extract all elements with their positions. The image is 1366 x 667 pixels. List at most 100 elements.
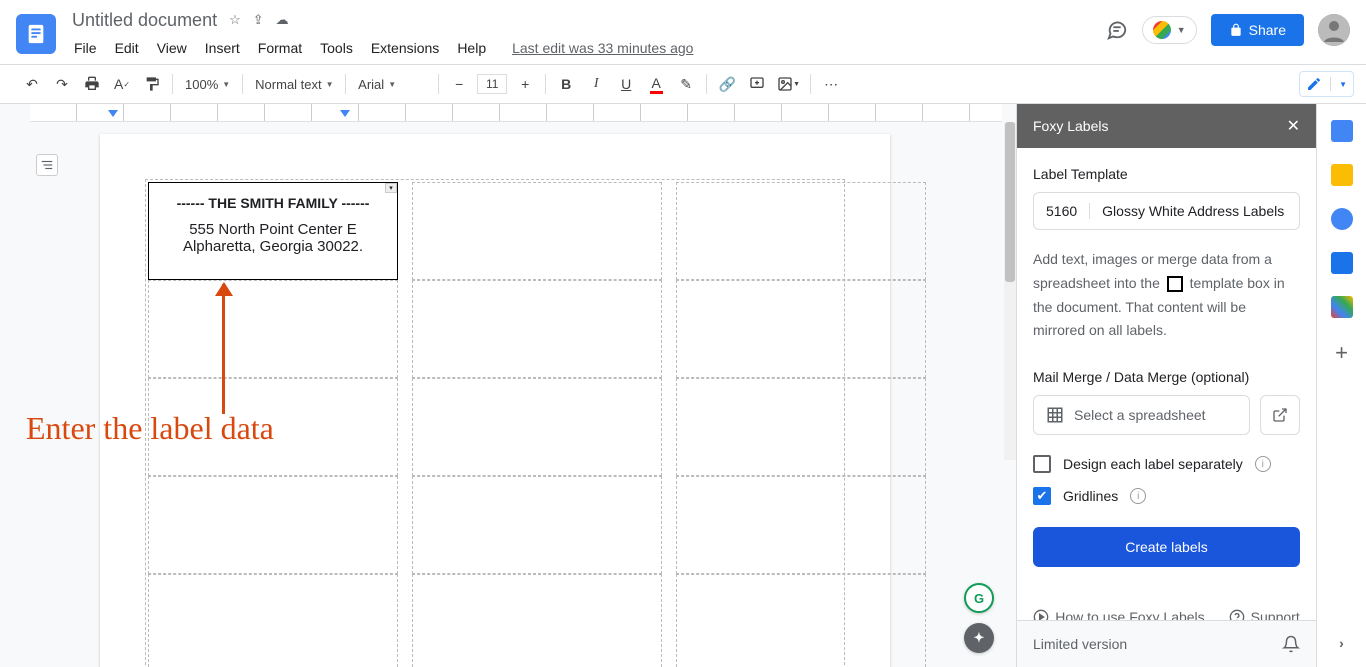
bold-button[interactable]: B (552, 70, 580, 98)
italic-button[interactable]: I (582, 70, 610, 98)
label-cell-5-1[interactable] (148, 574, 398, 667)
open-external-button[interactable] (1260, 395, 1300, 435)
share-label: Share (1249, 22, 1286, 38)
label-cell-3-2[interactable] (412, 378, 662, 476)
insert-image-button[interactable]: ▼ (773, 70, 804, 98)
insert-link-button[interactable]: 🔗 (713, 70, 741, 98)
app-header: Untitled document ☆ ⇪ ☁ File Edit View I… (0, 0, 1366, 64)
explore-button[interactable]: ✦ (964, 623, 994, 653)
template-box-icon (1167, 276, 1183, 292)
menu-help[interactable]: Help (449, 36, 494, 60)
gridlines-checkbox[interactable]: ✔ (1033, 487, 1051, 505)
label-cell-4-3[interactable] (676, 476, 926, 574)
font-decrease-button[interactable]: − (445, 70, 473, 98)
text-color-button[interactable]: A (642, 70, 670, 98)
styles-dropdown[interactable]: Normal text▼ (249, 70, 339, 98)
annotation-arrow (222, 284, 225, 414)
annotation-text: Enter the label data (26, 410, 274, 447)
menu-file[interactable]: File (66, 36, 105, 60)
menu-view[interactable]: View (149, 36, 195, 60)
spellcheck-button[interactable]: A✓ (108, 70, 136, 98)
help-circle-icon (1229, 609, 1245, 620)
meet-icon (1153, 21, 1171, 39)
select-spreadsheet-button[interactable]: Select a spreadsheet (1033, 395, 1250, 435)
open-comments-icon[interactable] (1106, 19, 1128, 41)
highlight-button[interactable]: ✎ (672, 70, 700, 98)
doc-title-input[interactable]: Untitled document (66, 10, 223, 31)
meet-button[interactable]: ▼ (1142, 16, 1197, 44)
star-icon[interactable]: ☆ (229, 12, 241, 28)
gridlines-label: Gridlines (1063, 488, 1118, 504)
keep-app-icon[interactable] (1331, 164, 1353, 186)
vertical-scrollbar[interactable] (1004, 122, 1016, 460)
formatting-toolbar: ↶ ↷ A✓ 100%▼ Normal text▼ Arial▼ − 11 + … (0, 64, 1366, 104)
pencil-icon (1306, 76, 1322, 92)
grid-icon (1046, 406, 1064, 424)
redo-button[interactable]: ↷ (48, 70, 76, 98)
print-button[interactable] (78, 70, 106, 98)
design-separately-row: Design each label separately i (1033, 455, 1300, 473)
label-cell-1-2[interactable] (412, 182, 662, 280)
label-cell-1-3[interactable] (676, 182, 926, 280)
user-avatar[interactable] (1318, 14, 1350, 46)
design-separately-label: Design each label separately (1063, 456, 1243, 472)
limited-version-label[interactable]: Limited version (1033, 636, 1127, 652)
label-cell-1-1[interactable]: ▾ ------ THE SMITH FAMILY ------ 555 Nor… (148, 182, 398, 280)
cloud-icon[interactable]: ☁ (276, 12, 289, 28)
zoom-dropdown[interactable]: 100%▼ (179, 70, 236, 98)
tasks-app-icon[interactable] (1331, 208, 1353, 230)
paint-format-button[interactable] (138, 70, 166, 98)
menu-edit[interactable]: Edit (107, 36, 147, 60)
menu-format[interactable]: Format (250, 36, 310, 60)
info-icon[interactable]: i (1255, 456, 1271, 472)
move-icon[interactable]: ⇪ (253, 12, 264, 28)
label-cell-4-1[interactable] (148, 476, 398, 574)
font-size-input[interactable]: 11 (477, 74, 507, 94)
sidebar-header: Foxy Labels ✕ (1017, 104, 1316, 148)
cell-options-button[interactable]: ▾ (385, 183, 397, 193)
label-cell-2-2[interactable] (412, 280, 662, 378)
add-addon-button[interactable]: + (1335, 340, 1348, 366)
label-cell-3-3[interactable] (676, 378, 926, 476)
label-cell-2-1[interactable] (148, 280, 398, 378)
underline-button[interactable]: U (612, 70, 640, 98)
undo-button[interactable]: ↶ (18, 70, 46, 98)
font-increase-button[interactable]: + (511, 70, 539, 98)
menu-extensions[interactable]: Extensions (363, 36, 447, 60)
more-button[interactable]: ⋯ (817, 70, 845, 98)
template-selector-button[interactable]: 5160 Glossy White Address Labels (1033, 192, 1300, 230)
sidebar-footer: Limited version (1017, 620, 1316, 667)
bell-icon[interactable] (1282, 635, 1300, 653)
last-edit-link[interactable]: Last edit was 33 minutes ago (504, 36, 701, 60)
howto-link[interactable]: How to use Foxy Labels (1033, 609, 1204, 620)
label-cell-5-2[interactable] (412, 574, 662, 667)
section-mail-merge: Mail Merge / Data Merge (optional) (1033, 369, 1300, 385)
side-panel: + › (1316, 104, 1366, 667)
calendar-app-icon[interactable] (1331, 120, 1353, 142)
menu-tools[interactable]: Tools (312, 36, 361, 60)
section-label-template: Label Template (1033, 166, 1300, 182)
maps-app-icon[interactable] (1331, 296, 1353, 318)
label-cell-4-2[interactable] (412, 476, 662, 574)
label-cell-5-3[interactable] (676, 574, 926, 667)
create-labels-button[interactable]: Create labels (1033, 527, 1300, 567)
horizontal-ruler[interactable] (30, 104, 1002, 122)
share-button[interactable]: Share (1211, 14, 1304, 46)
label-line-3: Alpharetta, Georgia 30022. (161, 238, 385, 255)
collapse-panel-button[interactable]: › (1339, 635, 1344, 651)
document-canvas[interactable]: ▾ ------ THE SMITH FAMILY ------ 555 Nor… (0, 104, 1016, 667)
gridlines-row: ✔ Gridlines i (1033, 487, 1300, 505)
contacts-app-icon[interactable] (1331, 252, 1353, 274)
grammarly-button[interactable]: G (964, 583, 994, 613)
docs-logo-icon[interactable] (16, 14, 56, 54)
editing-mode-button[interactable]: ▼ (1299, 71, 1354, 97)
menu-insert[interactable]: Insert (197, 36, 248, 60)
font-dropdown[interactable]: Arial▼ (352, 70, 432, 98)
close-icon[interactable]: ✕ (1287, 116, 1300, 136)
label-cell-2-3[interactable] (676, 280, 926, 378)
support-link[interactable]: Support (1229, 609, 1300, 620)
info-icon[interactable]: i (1130, 488, 1146, 504)
document-outline-button[interactable] (36, 154, 58, 176)
design-separately-checkbox[interactable] (1033, 455, 1051, 473)
add-comment-button[interactable] (743, 70, 771, 98)
